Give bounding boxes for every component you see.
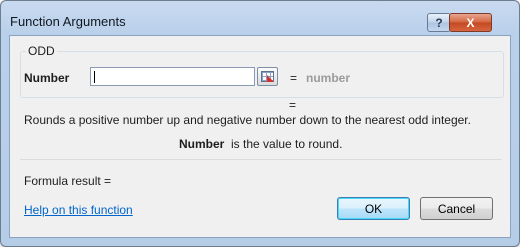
function-result-equals: =	[289, 98, 297, 112]
cancel-button[interactable]: Cancel	[420, 197, 493, 220]
function-arguments-dialog: Function Arguments ? X ODD Number = numb…	[0, 0, 520, 247]
number-input[interactable]	[90, 67, 255, 86]
argument-description: is the value to round.	[231, 137, 343, 151]
divider	[20, 159, 502, 160]
argument-description-name: Number	[179, 137, 225, 151]
close-button[interactable]: X	[449, 13, 492, 32]
text-cursor	[94, 71, 95, 83]
argument-label: Number	[24, 71, 70, 85]
help-link[interactable]: Help on this function	[24, 203, 133, 217]
title-bar: Function Arguments ? X	[1, 1, 519, 35]
function-description: Rounds a positive number up and negative…	[24, 113, 471, 127]
function-name: ODD	[26, 44, 57, 58]
range-select-button[interactable]	[257, 67, 278, 86]
dialog-body: ODD Number = number = Rounds a positive …	[9, 35, 511, 238]
formula-result-label: Formula result =	[24, 174, 112, 188]
argument-evaluation: number	[306, 71, 351, 85]
ok-button[interactable]: OK	[337, 197, 410, 220]
dialog-title: Function Arguments	[10, 14, 126, 29]
help-button[interactable]: ?	[427, 13, 451, 32]
argument-equals: =	[290, 71, 298, 85]
